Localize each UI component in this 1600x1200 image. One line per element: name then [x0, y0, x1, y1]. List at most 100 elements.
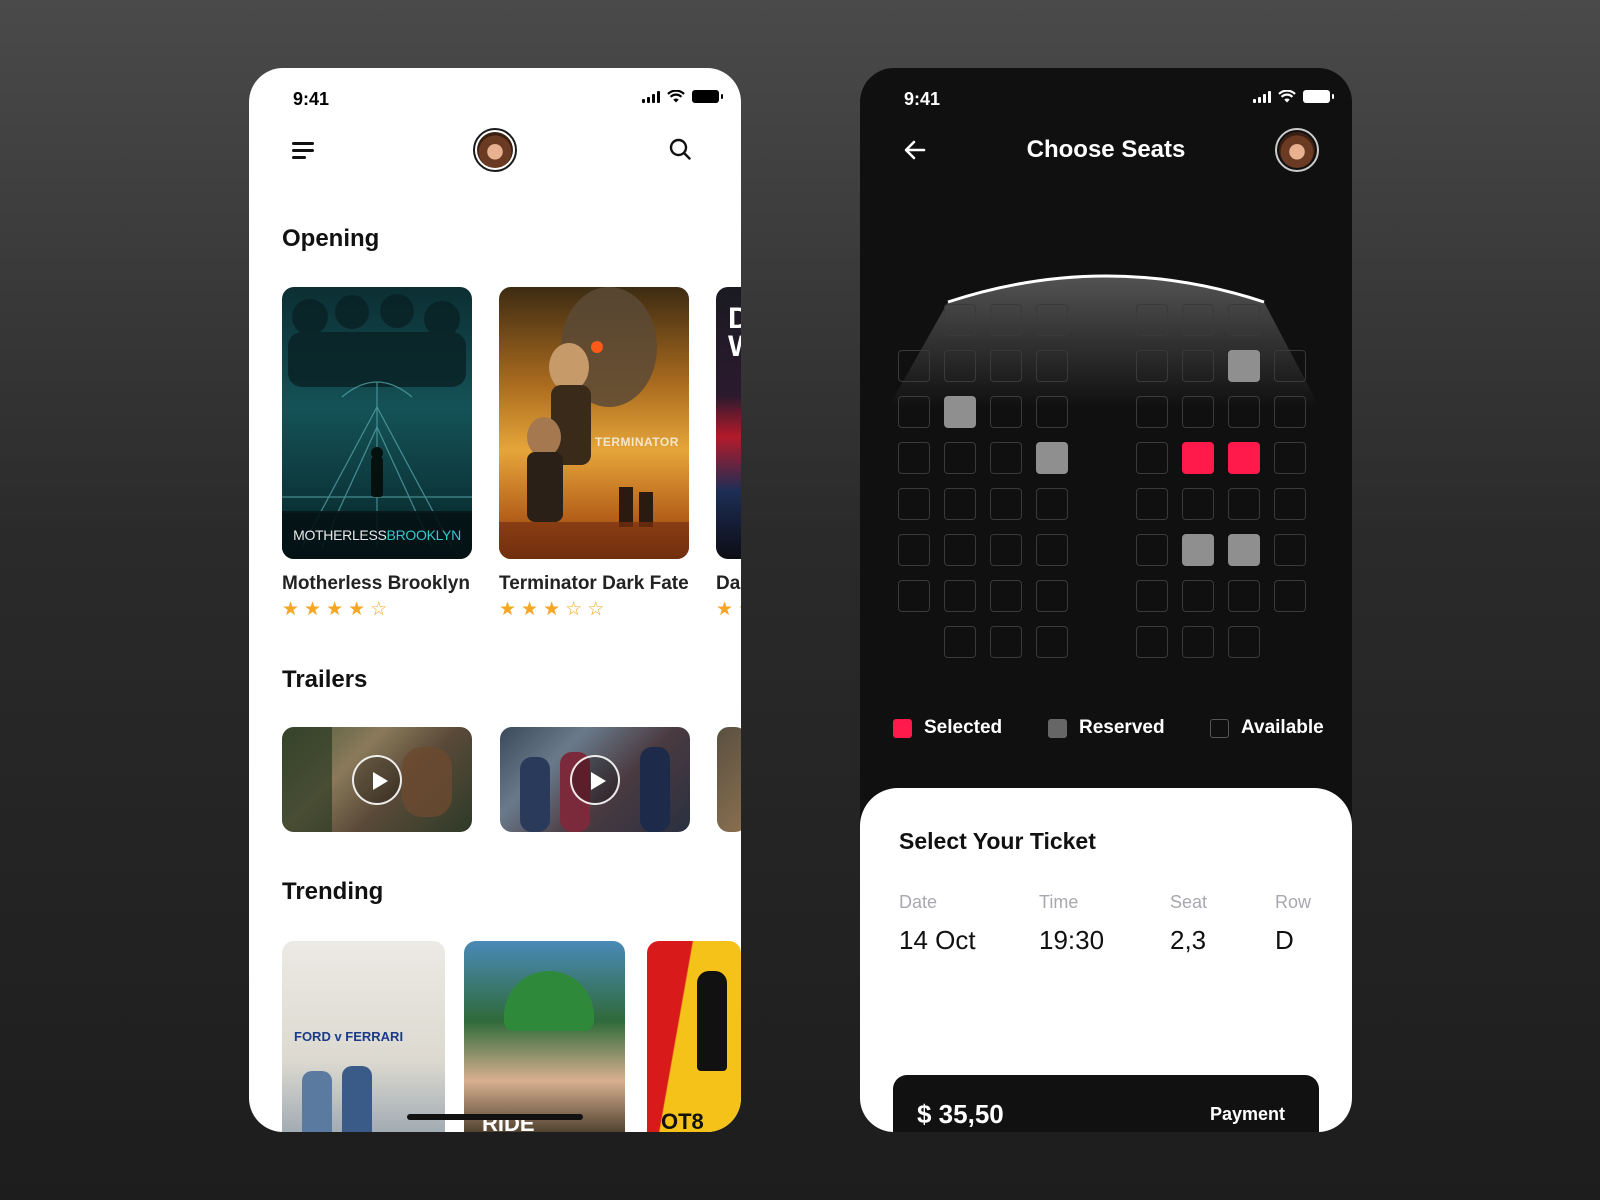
ticket-time[interactable]: Time 19:30 — [1039, 892, 1104, 956]
status-bar: 9:41 — [860, 68, 1352, 128]
seat-available[interactable] — [898, 488, 930, 520]
star-filled-icon: ★ — [521, 599, 539, 620]
seat-available[interactable] — [898, 350, 930, 382]
wifi-icon — [667, 90, 685, 103]
seat-available[interactable] — [944, 488, 976, 520]
seat-available[interactable] — [1228, 626, 1260, 658]
seat-available[interactable] — [1182, 396, 1214, 428]
poster-title-text: BROOKLYN — [386, 527, 462, 543]
seat-available[interactable] — [1274, 534, 1306, 566]
star-filled-icon: ★ — [304, 599, 322, 620]
seat-available[interactable] — [898, 442, 930, 474]
seat-available[interactable] — [1136, 350, 1168, 382]
seat-available[interactable] — [990, 534, 1022, 566]
seat-available[interactable] — [944, 626, 976, 658]
seat-available[interactable] — [1182, 488, 1214, 520]
signal-icon — [642, 90, 660, 103]
seat-available[interactable] — [1136, 304, 1168, 336]
seat-available[interactable] — [1182, 350, 1214, 382]
movie-title[interactable]: Motherless Brooklyn — [282, 573, 470, 595]
search-icon[interactable] — [669, 138, 691, 160]
payment-button[interactable]: $ 35,50 Payment — [893, 1075, 1319, 1132]
row-label: Row — [1275, 892, 1312, 912]
seat-available[interactable] — [1228, 580, 1260, 612]
avatar[interactable] — [1275, 128, 1319, 172]
play-icon[interactable] — [352, 754, 402, 805]
seat-available[interactable] — [1036, 626, 1068, 658]
seat-available[interactable] — [990, 396, 1022, 428]
legend-swatch-available — [1210, 718, 1229, 738]
seat-available[interactable] — [1036, 396, 1068, 428]
seat-available[interactable] — [1228, 304, 1260, 336]
seat-available[interactable] — [1136, 534, 1168, 566]
seat-available[interactable] — [944, 580, 976, 612]
trailer-thumbnail[interactable] — [717, 727, 741, 832]
seat-available[interactable] — [1274, 580, 1306, 612]
seat-reserved — [1182, 534, 1214, 566]
star-filled-icon: ★ — [282, 599, 300, 620]
cinema-screen — [888, 274, 1320, 408]
seat-available[interactable] — [944, 304, 976, 336]
legend-available: Available — [1210, 717, 1324, 739]
seat-available[interactable] — [1136, 488, 1168, 520]
signal-icon — [1253, 90, 1271, 103]
rating-stars: ★☆☆☆☆ — [716, 600, 741, 620]
status-time: 9:41 — [293, 89, 330, 109]
seat-available[interactable] — [990, 488, 1022, 520]
seat-available[interactable] — [990, 626, 1022, 658]
seat-available[interactable] — [898, 534, 930, 566]
poster-motherless-brooklyn[interactable]: MOTHERLESSBROOKLYN — [282, 287, 472, 559]
poster-terminator-dark-fate[interactable]: TERMINATOR — [499, 287, 689, 559]
seat-available[interactable] — [1182, 626, 1214, 658]
seat-available[interactable] — [898, 396, 930, 428]
seat-selected[interactable] — [1228, 442, 1260, 474]
trending-poster[interactable]: FORD v FERRARI — [282, 941, 445, 1132]
seat-available[interactable] — [1228, 396, 1260, 428]
star-empty-icon: ☆ — [565, 599, 583, 620]
trailer-thumbnail[interactable] — [500, 727, 690, 832]
star-filled-icon: ★ — [326, 599, 344, 620]
seat-available[interactable] — [944, 534, 976, 566]
seat-available[interactable] — [1136, 442, 1168, 474]
trending-poster[interactable]: RIDE — [464, 941, 625, 1132]
seat-available[interactable] — [990, 304, 1022, 336]
wifi-icon — [1278, 90, 1296, 103]
seat-available[interactable] — [1036, 304, 1068, 336]
seat-available[interactable] — [1182, 304, 1214, 336]
seat-available[interactable] — [1274, 396, 1306, 428]
poster-title-text: OT8 — [661, 1109, 704, 1132]
trailer-thumbnail[interactable] — [282, 727, 472, 832]
star-empty-icon: ☆ — [738, 600, 741, 620]
seat-available[interactable] — [1036, 534, 1068, 566]
seat-reserved — [1036, 442, 1068, 474]
seat-available[interactable] — [1136, 396, 1168, 428]
seat-available[interactable] — [1136, 626, 1168, 658]
seat-available[interactable] — [1274, 442, 1306, 474]
avatar[interactable] — [473, 128, 517, 172]
seat-available[interactable] — [990, 442, 1022, 474]
seat-available[interactable] — [1136, 580, 1168, 612]
seat-available[interactable] — [1036, 580, 1068, 612]
movie-title[interactable]: Terminator Dark Fate — [499, 573, 689, 595]
seat-selected[interactable] — [1182, 442, 1214, 474]
menu-icon[interactable] — [292, 140, 316, 160]
seat-available[interactable] — [1036, 488, 1068, 520]
section-title-trending: Trending — [282, 878, 384, 905]
seat-available[interactable] — [944, 350, 976, 382]
seat-available[interactable] — [1274, 488, 1306, 520]
poster-partial[interactable]: DW — [716, 287, 741, 559]
play-icon[interactable] — [570, 754, 620, 805]
seat-available[interactable] — [944, 442, 976, 474]
ticket-panel: Select Your Ticket Date 14 Oct Time 19:3… — [860, 788, 1352, 1132]
seat-available[interactable] — [990, 580, 1022, 612]
legend-label: Available — [1241, 717, 1324, 738]
seat-available[interactable] — [1182, 580, 1214, 612]
seat-available[interactable] — [990, 350, 1022, 382]
trending-poster[interactable]: OT8 — [647, 941, 741, 1132]
movie-title[interactable]: Dar — [716, 573, 741, 595]
seat-available[interactable] — [1036, 350, 1068, 382]
seat-available[interactable] — [1274, 350, 1306, 382]
ticket-date[interactable]: Date 14 Oct — [899, 892, 976, 956]
seat-available[interactable] — [898, 580, 930, 612]
seat-available[interactable] — [1228, 488, 1260, 520]
